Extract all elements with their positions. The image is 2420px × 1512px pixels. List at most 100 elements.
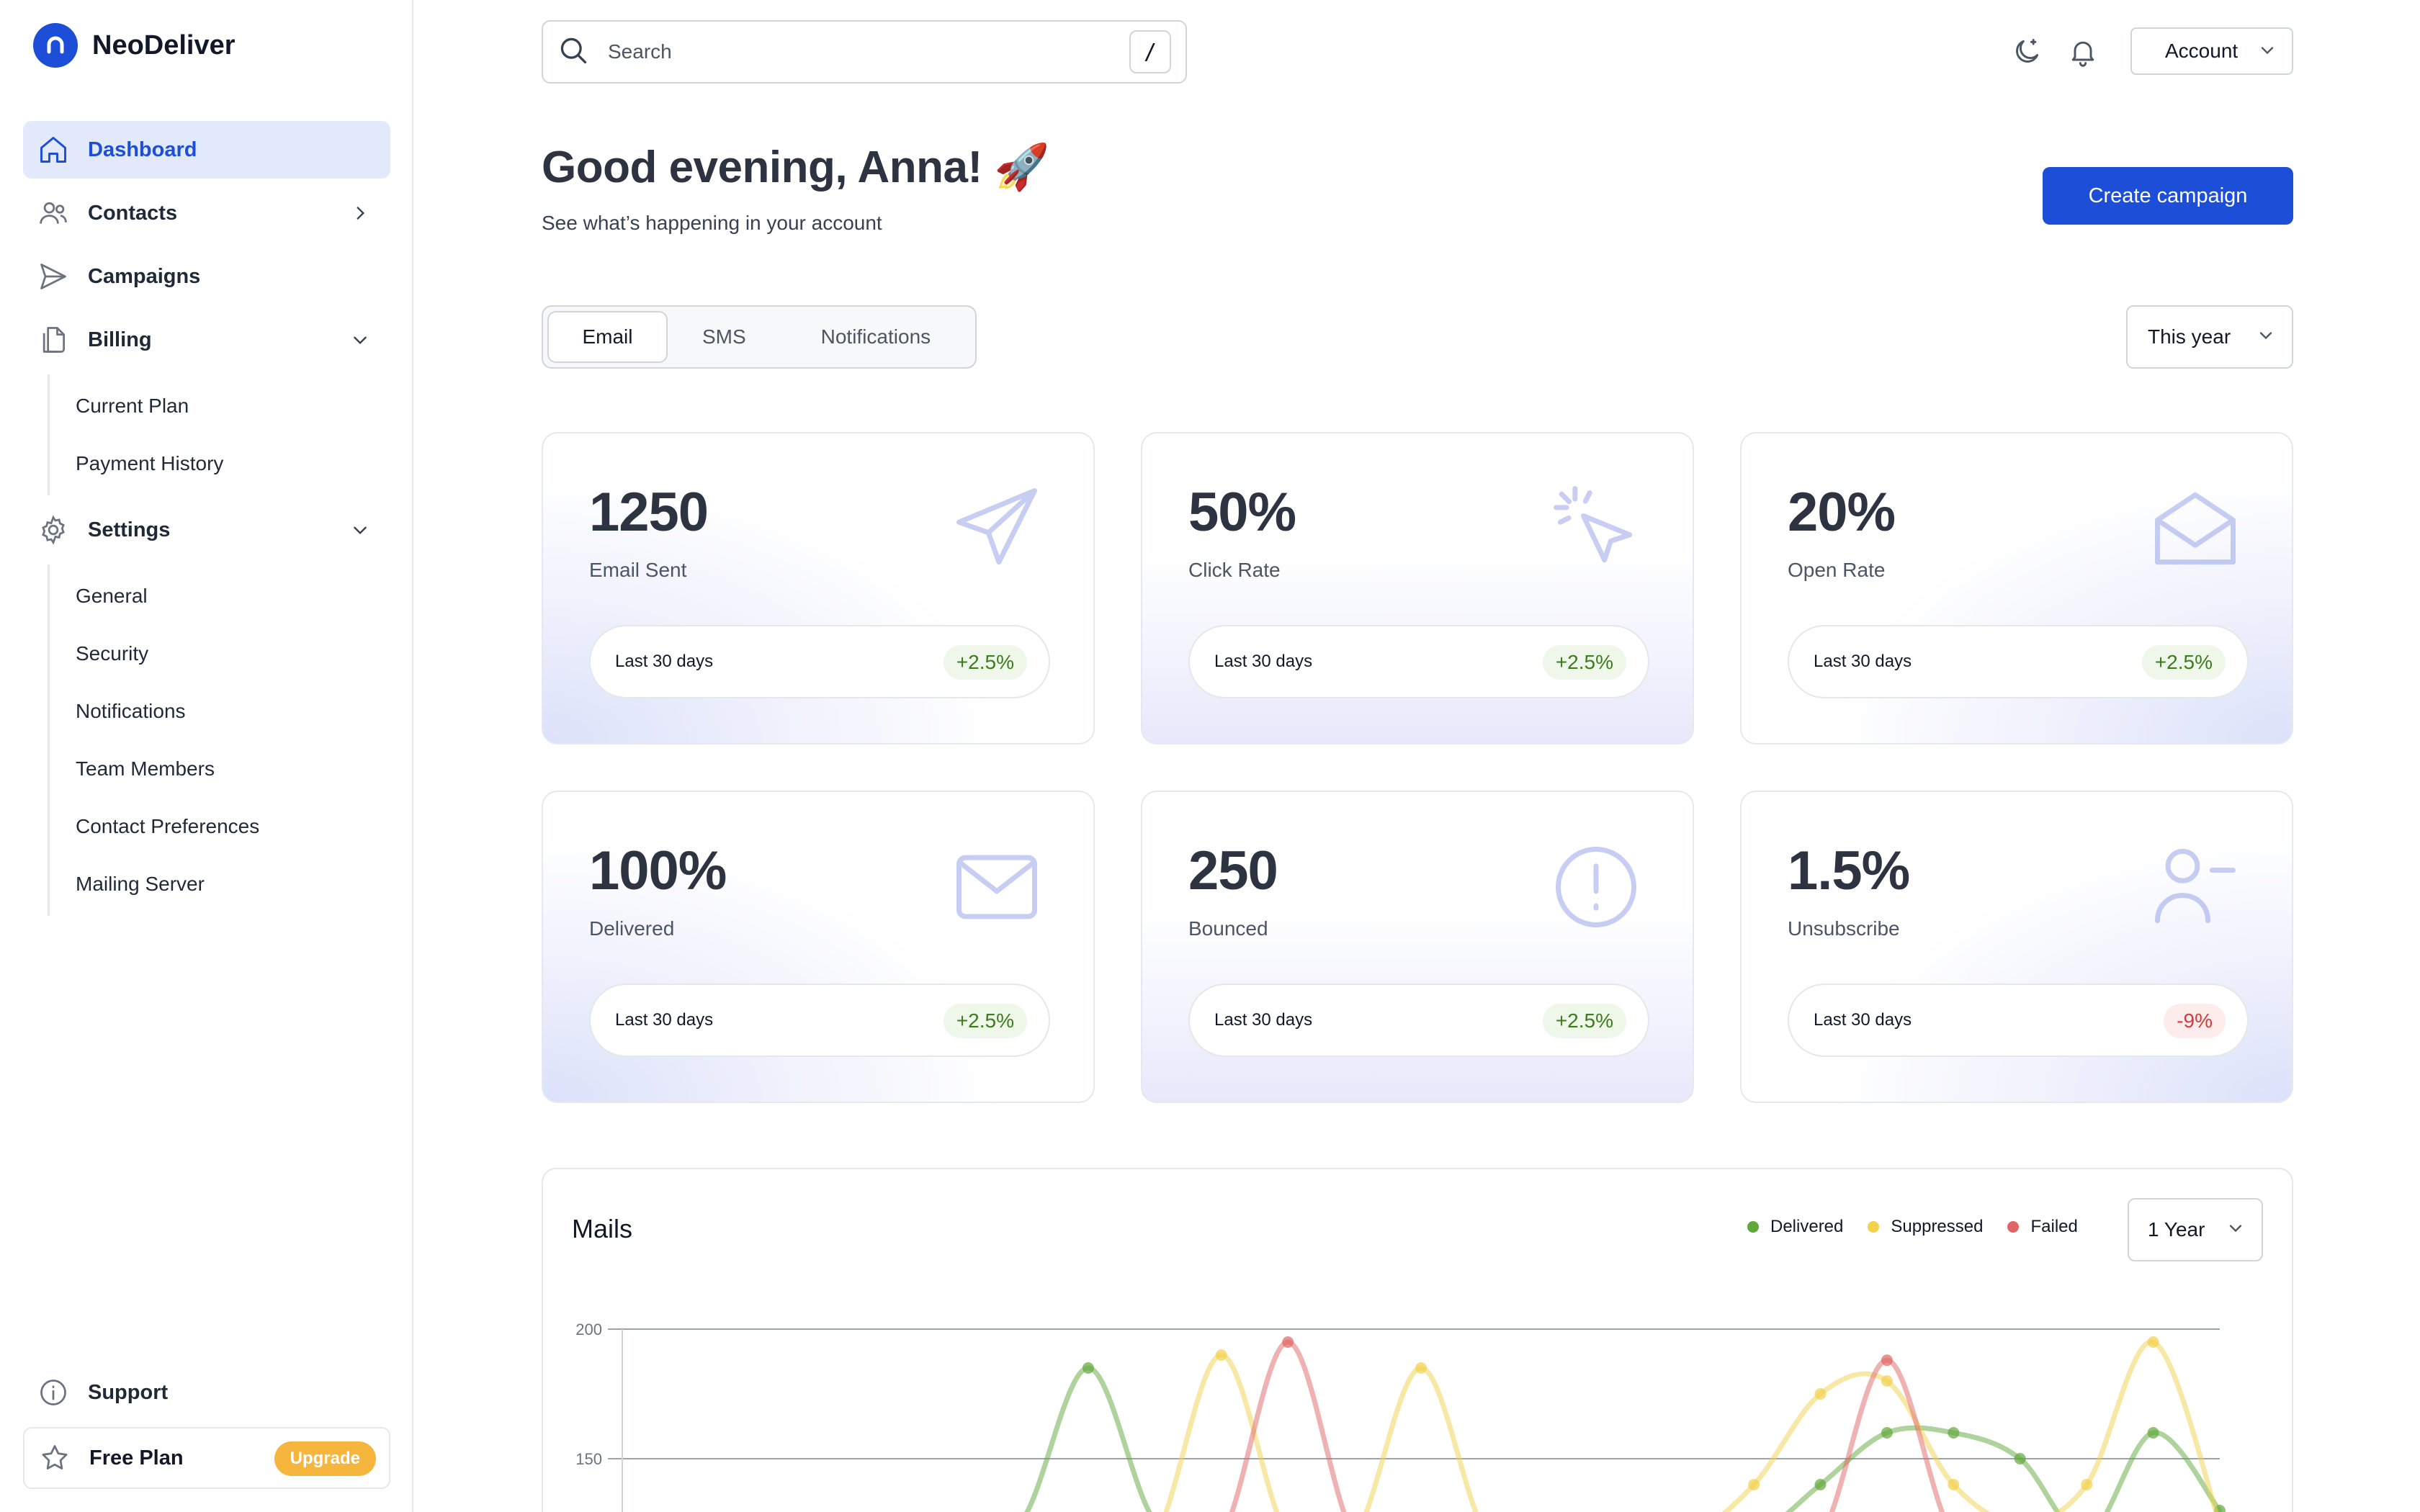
- settings-subnav: General Security Notifications Team Memb…: [48, 564, 390, 916]
- stat-period: Last 30 days: [1814, 1010, 1912, 1030]
- stat-label: Click Rate: [1188, 559, 1281, 581]
- sidebar-item-billing[interactable]: Billing: [23, 311, 390, 369]
- legend-item-delivered[interactable]: Delivered: [1747, 1217, 1843, 1237]
- stat-value: 20%: [1788, 482, 1896, 543]
- stat-value: 50%: [1188, 482, 1296, 543]
- legend-item-suppressed[interactable]: Suppressed: [1868, 1217, 1983, 1237]
- sidebar-subitem-general[interactable]: General: [25, 567, 390, 625]
- stat-delta-badge: -9%: [2164, 1004, 2226, 1038]
- stat-period: Last 30 days: [1214, 1010, 1313, 1030]
- data-point-suppressed[interactable]: [2081, 1479, 2093, 1490]
- sidebar-item-contacts[interactable]: Contacts: [23, 184, 390, 242]
- series-line-delivered: [1024, 1365, 2223, 1512]
- stat-card-open-rate[interactable]: 20% Open Rate Last 30 days +2.5%: [1740, 432, 2293, 744]
- stat-delta-badge: +2.5%: [1542, 1004, 1626, 1038]
- y-tick-label: 200: [575, 1320, 602, 1338]
- search-input[interactable]: Search: [608, 40, 672, 63]
- stat-card-unsubscribe[interactable]: 1.5% Unsubscribe Last 30 days -9%: [1740, 791, 2293, 1103]
- sidebar-subitem-mailing-server[interactable]: Mailing Server: [25, 855, 390, 913]
- star-icon: [37, 1441, 72, 1475]
- user-minus-icon: [2155, 848, 2236, 924]
- stat-value: 250: [1188, 840, 1278, 901]
- home-icon: [36, 132, 71, 167]
- data-point-delivered[interactable]: [1082, 1362, 1094, 1374]
- sidebar-subitem-payment-history[interactable]: Payment History: [25, 435, 390, 492]
- stat-period-pill: Last 30 days +2.5%: [589, 625, 1050, 698]
- channel-tabs: Email SMS Notifications: [542, 305, 977, 369]
- sidebar-subitem-security[interactable]: Security: [25, 625, 390, 683]
- stat-period: Last 30 days: [1814, 652, 1912, 671]
- data-point-delivered[interactable]: [2147, 1427, 2159, 1439]
- chevron-down-icon[interactable]: [346, 325, 375, 354]
- stat-card-bounced[interactable]: 250 Bounced Last 30 days +2.5%: [1141, 791, 1694, 1103]
- data-point-suppressed[interactable]: [1881, 1375, 1893, 1387]
- stat-card-email-sent[interactable]: 1250 Email Sent Last 30 days +2.5%: [542, 432, 1095, 744]
- stat-delta-badge: +2.5%: [943, 1004, 1027, 1038]
- data-point-failed[interactable]: [1881, 1354, 1893, 1367]
- tab-sms[interactable]: SMS: [668, 311, 781, 363]
- stat-value: 1250: [589, 482, 709, 543]
- data-point-suppressed[interactable]: [1415, 1362, 1427, 1374]
- sidebar-subitem-team-members[interactable]: Team Members: [25, 740, 390, 798]
- sidebar-item-dashboard[interactable]: Dashboard: [23, 121, 390, 179]
- stat-label: Email Sent: [589, 559, 687, 581]
- sidebar-item-label: Campaigns: [88, 264, 201, 288]
- data-point-delivered[interactable]: [1948, 1427, 1960, 1439]
- sidebar-subitem-contact-preferences[interactable]: Contact Preferences: [25, 798, 390, 855]
- sidebar-item-label: Dashboard: [88, 138, 197, 161]
- stat-value: 100%: [589, 840, 727, 901]
- data-point-delivered[interactable]: [1881, 1427, 1893, 1439]
- sidebar-item-label: Contacts: [88, 201, 178, 225]
- sidebar-item-support[interactable]: Support: [23, 1364, 390, 1421]
- sidebar-subitem-current-plan[interactable]: Current Plan: [25, 377, 390, 435]
- data-point-suppressed[interactable]: [1748, 1479, 1760, 1490]
- upgrade-button[interactable]: Upgrade: [274, 1441, 376, 1476]
- data-point-suppressed[interactable]: [1948, 1479, 1960, 1490]
- chevron-down-icon: [2257, 40, 2277, 66]
- period-select[interactable]: This year: [2126, 305, 2293, 369]
- alert-circle-icon: [1556, 847, 1636, 927]
- stat-period-pill: Last 30 days +2.5%: [1188, 984, 1649, 1057]
- account-label: Account: [2165, 40, 2238, 62]
- search-bar[interactable]: Search /: [542, 20, 1187, 84]
- stat-label: Open Rate: [1788, 559, 1886, 581]
- cursor-click-icon: [1554, 486, 1633, 563]
- data-point-suppressed[interactable]: [2147, 1336, 2159, 1348]
- sidebar-subitem-notifications[interactable]: Notifications: [25, 683, 390, 740]
- account-menu-button[interactable]: Account: [2130, 27, 2293, 75]
- data-point-suppressed[interactable]: [1814, 1388, 1827, 1400]
- legend-item-failed[interactable]: Failed: [2007, 1217, 2078, 1237]
- brand[interactable]: NeoDeliver: [33, 22, 236, 69]
- mails-chart-card: Mails Delivered Suppressed Failed 1 Year…: [542, 1168, 2293, 1512]
- info-icon: [36, 1375, 71, 1410]
- legend-label: Delivered: [1770, 1217, 1844, 1236]
- data-point-delivered[interactable]: [1814, 1479, 1827, 1490]
- tab-email[interactable]: Email: [547, 311, 668, 363]
- data-point-suppressed[interactable]: [1215, 1349, 1227, 1361]
- sidebar-item-campaigns[interactable]: Campaigns: [23, 248, 390, 305]
- app-root: NeoDeliver Dashboard Contacts Campaigns …: [0, 0, 2420, 1512]
- send-icon: [36, 259, 71, 294]
- page-subtitle: See what’s happening in your account: [542, 212, 882, 234]
- gear-icon: [36, 513, 71, 547]
- theme-toggle-icon[interactable]: [2008, 33, 2045, 71]
- create-campaign-button[interactable]: Create campaign: [2043, 167, 2293, 225]
- plan-box: Free Plan Upgrade: [23, 1427, 390, 1489]
- stat-period-pill: Last 30 days +2.5%: [1188, 625, 1649, 698]
- period-select-value: This year: [2148, 325, 2231, 348]
- chevron-down-icon: [2256, 325, 2276, 351]
- stat-card-delivered[interactable]: 100% Delivered Last 30 days +2.5%: [542, 791, 1095, 1103]
- stat-card-click-rate[interactable]: 50% Click Rate Last 30 days +2.5%: [1141, 432, 1694, 744]
- data-point-failed[interactable]: [1282, 1336, 1294, 1348]
- tab-notifications[interactable]: Notifications: [781, 311, 971, 363]
- stat-period-pill: Last 30 days +2.5%: [1788, 625, 2249, 698]
- stat-delta-badge: +2.5%: [2141, 645, 2226, 680]
- data-point-delivered[interactable]: [2014, 1453, 2026, 1464]
- bell-icon[interactable]: [2064, 33, 2102, 71]
- chevron-down-icon[interactable]: [346, 516, 375, 544]
- chart-title: Mails: [572, 1214, 633, 1243]
- chevron-right-icon[interactable]: [346, 199, 375, 228]
- chart-range-select[interactable]: 1 Year: [2128, 1198, 2263, 1261]
- sidebar-item-settings[interactable]: Settings: [23, 501, 390, 559]
- page-title: Good evening, Anna! 🚀: [542, 143, 1050, 192]
